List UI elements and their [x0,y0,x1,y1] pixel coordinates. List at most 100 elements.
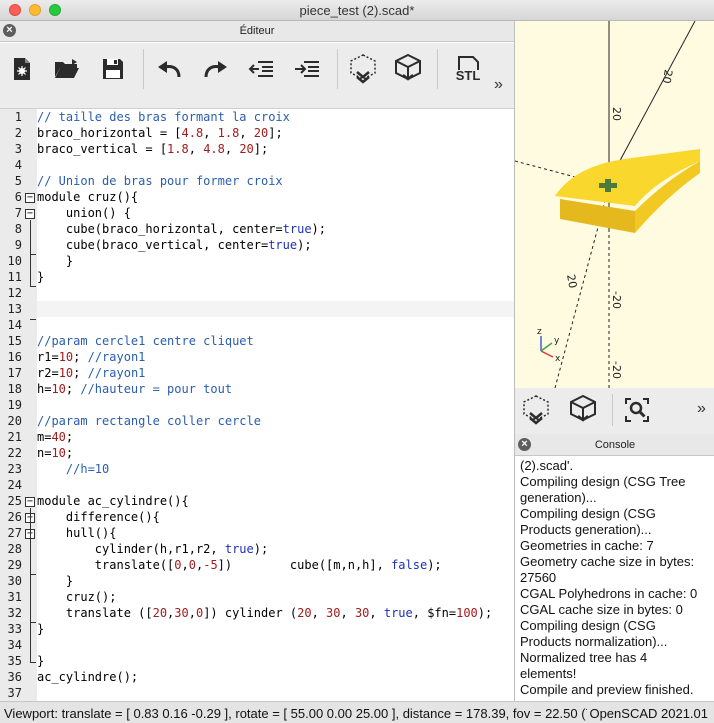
line-number: 28 [7,542,22,556]
viewport-status-text: Viewport: translate = [ 0.83 0.16 -0.29 … [4,706,601,721]
fold-marker-icon[interactable]: − [25,193,35,203]
line-number: 15 [7,334,22,348]
code-line: cruz(); [37,590,117,604]
console-panel: × Console (2).scad'. Compiling design (CS… [514,434,714,701]
editor-panel: × Éditeur STL » 1 2 3 4 5 6 7 8 9 10 11 … [0,21,514,701]
view-all-zoom-icon[interactable] [621,394,653,426]
code-line: //param cercle1 centre cliquet [37,334,254,348]
line-number: 17 [7,366,22,380]
code-line: //param rectangle coller cercle [37,414,261,428]
console-line: CGAL Polyhedrons in cache: 0 [520,586,698,601]
window-title: piece_test (2).scad* [299,3,415,18]
line-number: 21 [7,430,22,444]
redo-icon[interactable] [199,53,231,85]
console-line: Products generation)... [520,522,652,537]
code-line: } [37,270,45,284]
render-icon[interactable] [392,53,424,85]
line-number: 23 [7,462,22,476]
3d-scene: 20 20 20 -20 -20 z y x [515,21,700,388]
current-line-highlight [37,301,514,317]
editor-dock-title: Éditeur [239,25,275,37]
line-number: 24 [7,478,22,492]
code-line: translate([0,0,-5]) cube([m,n,h], false)… [37,558,442,572]
version-label: OpenSCAD 2021.01 [587,706,708,721]
new-file-icon[interactable] [6,53,38,85]
code-line: union() { [37,206,131,220]
console-line: CGAL cache size in bytes: 0 [520,602,683,617]
preview-icon[interactable] [347,53,379,85]
code-line: cube(braco_vertical, center=true); [37,238,312,252]
line-number: 8 [14,222,22,236]
axis-y-label: y [554,336,560,346]
code-line: //h=10 [65,462,110,476]
code-line: n=10; [37,446,74,460]
console-output: (2).scad'. Compiling design (CSG Tree gene… [520,458,712,698]
fold-marker-icon[interactable]: − [25,497,35,507]
console-line: Compile and preview finished. [520,682,694,697]
code-line: hull(){ [37,526,117,540]
save-icon[interactable] [97,53,129,85]
line-number: 6 [14,190,22,204]
line-number: 30 [7,574,22,588]
code-line: } [37,622,45,636]
axis-tick-label: 20 [660,68,675,84]
line-number: 3 [14,142,22,156]
line-number: 22 [7,446,22,460]
line-number: 29 [7,558,22,572]
stl-label: STL [455,68,481,83]
code-line: } [37,654,45,668]
view-toolbar-more-icon[interactable]: » [697,400,706,418]
code-line: // Union de bras pour former croix [37,174,283,188]
code-line: cylinder(h,r1,r2, true); [37,542,269,556]
undo-icon[interactable] [154,53,186,85]
title-bar: piece_test (2).scad* [0,0,714,21]
line-number: 13 [7,302,22,316]
console-line: 27560 [520,570,557,585]
code-line: module cruz(){ [37,190,139,204]
console-dock-header: × Console [515,434,714,456]
line-number: 2 [14,126,22,140]
indent-icon[interactable] [291,53,323,85]
editor-dock-header: × Éditeur [0,21,514,42]
line-number: 26 [7,510,22,524]
line-number: 35 [7,654,22,668]
line-number: 12 [7,286,22,300]
line-number: 27 [7,526,22,540]
render-icon[interactable] [567,394,599,426]
console-line: Compiling design (CSG [520,618,656,633]
axis-tick-label: 20 [564,273,579,289]
axis-tick-label: 20 [610,107,623,121]
console-line: (2).scad'. [520,458,574,473]
code-line: braco_vertical = [1.8, 4.8, 20]; [37,142,269,156]
axis-tick-label: -20 [610,361,623,379]
console-line: Compiling design (CSG [520,506,656,521]
preview-icon[interactable] [520,394,552,426]
line-number: 36 [7,670,22,684]
unindent-icon[interactable] [245,53,277,85]
editor-toolbar: STL » [0,43,514,109]
open-file-icon[interactable] [51,53,83,85]
toolbar-more-icon[interactable]: » [494,76,503,94]
axis-tick-label: -20 [610,291,623,309]
line-number: 33 [7,622,22,636]
axis-z-label: z [537,327,542,337]
line-number: 31 [7,590,22,604]
export-stl-icon[interactable]: STL [448,53,488,85]
line-number: 7 [14,206,22,220]
console-line: Products normalization)... [520,634,668,649]
code-editor[interactable]: 1 2 3 4 5 6 7 8 9 10 11 12 13 14 15 16 17 18 19 20 21 22 23 24 2… [0,109,514,701]
code-line: translate ([20,30,0]) cylinder (20, 30, … [37,606,493,620]
line-number: 14 [7,318,22,332]
console-line: Geometries in cache: 7 [520,538,654,553]
line-number: 5 [14,174,22,188]
code-line: // taille des bras formant la croix [37,110,290,124]
3d-viewport[interactable]: 20 20 20 -20 -20 z y x [514,21,714,388]
fold-marker-icon[interactable]: − [25,209,35,219]
line-number: 4 [14,158,22,172]
console-line: Compiling design (CSG Tree [520,474,686,489]
code-line: } [37,254,74,268]
axis-x-label: x [555,354,561,364]
line-number: 20 [7,414,22,428]
status-bar: Viewport: translate = [ 0.83 0.16 -0.29 … [0,701,714,723]
code-line: r2=10; //rayon1 [37,366,146,380]
